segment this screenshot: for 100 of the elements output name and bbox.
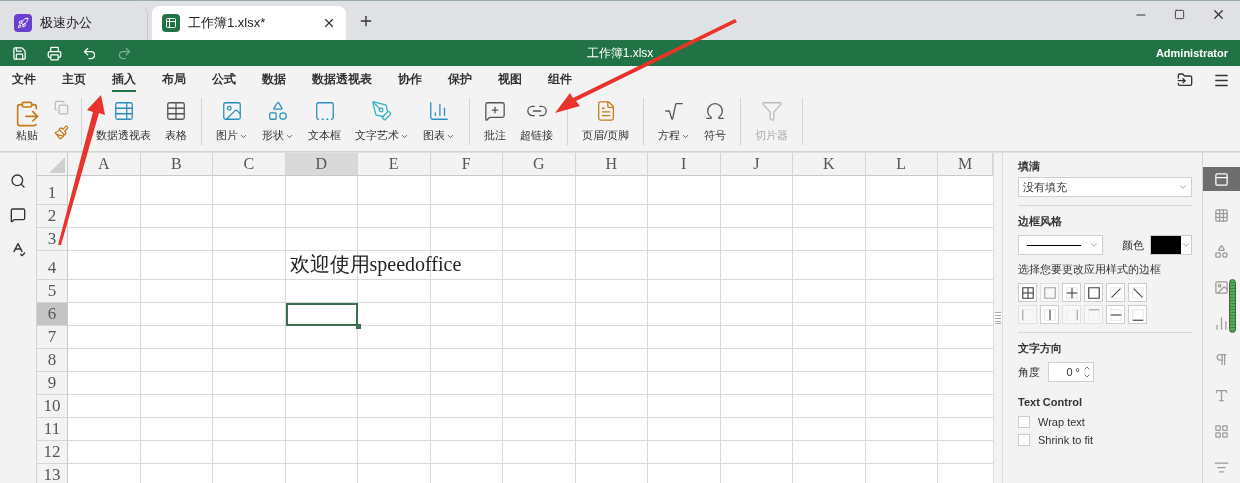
fill-select[interactable]: 没有填充: [1018, 177, 1192, 197]
ribbon-button[interactable]: 表格: [163, 98, 189, 145]
spellcheck-icon[interactable]: [10, 241, 26, 257]
checkbox[interactable]: [1018, 416, 1030, 428]
border-icon: [1020, 307, 1035, 322]
border-button[interactable]: [1040, 305, 1059, 324]
row-header[interactable]: 8: [37, 349, 68, 372]
border-icon: [1130, 307, 1145, 322]
menu-tab[interactable]: 协作: [398, 68, 422, 92]
comment-icon[interactable]: [10, 207, 26, 223]
color-picker[interactable]: [1150, 235, 1192, 255]
rocket-icon: [14, 14, 32, 32]
column-header[interactable]: A: [68, 153, 141, 176]
border-icon: [1130, 285, 1145, 300]
scroll-thumb[interactable]: [995, 312, 1001, 324]
column-header[interactable]: H: [575, 153, 648, 176]
border-button[interactable]: [1084, 283, 1103, 302]
border-button[interactable]: [1018, 283, 1037, 302]
user-name: Administrator: [1155, 47, 1228, 59]
ribbon-button[interactable]: 形状: [260, 98, 296, 145]
border-button[interactable]: [1062, 283, 1081, 302]
column-header[interactable]: G: [503, 153, 576, 176]
row-header[interactable]: 3: [37, 228, 68, 251]
ribbon-button[interactable]: 符号: [702, 98, 729, 145]
section-title: Text Control: [1018, 396, 1083, 408]
chart-icon: [1214, 315, 1229, 331]
cell-text: 欢迎使用speedoffice: [289, 252, 462, 278]
ribbon-button[interactable]: 图片: [214, 98, 250, 145]
row-header[interactable]: 9: [37, 372, 68, 395]
pivot-icon: [1214, 423, 1229, 439]
table-icon: [165, 100, 187, 122]
side-tab[interactable]: [1203, 167, 1240, 191]
border-icon: [1042, 307, 1057, 322]
column-header[interactable]: B: [140, 153, 213, 176]
ribbon-button[interactable]: 文本框: [306, 98, 343, 145]
menu-tab[interactable]: 视图: [498, 68, 522, 92]
menu-tab[interactable]: 布局: [162, 68, 186, 92]
window-tab[interactable]: 工作簿1.xlsx*: [152, 6, 346, 40]
undo-icon[interactable]: [82, 45, 97, 61]
column-header[interactable]: C: [213, 153, 286, 176]
menu-tab[interactable]: 公式: [212, 68, 236, 92]
ribbon-button[interactable]: 超链接: [518, 98, 555, 145]
menu-tab[interactable]: 保护: [448, 68, 472, 92]
menu-tab[interactable]: 组件: [548, 68, 572, 92]
border-icon: [1064, 307, 1079, 322]
row-header[interactable]: 5: [37, 280, 68, 303]
column-header[interactable]: J: [720, 153, 793, 176]
folder-arrow-icon[interactable]: [1177, 71, 1193, 89]
line-style-select[interactable]: [1018, 235, 1103, 255]
close-icon[interactable]: [322, 16, 336, 30]
ribbon-button[interactable]: 数据透视表: [94, 98, 153, 145]
column-header[interactable]: I: [648, 153, 721, 176]
ribbon-button[interactable]: 图表: [421, 98, 457, 145]
menu-tab[interactable]: 插入: [112, 68, 136, 92]
border-button[interactable]: [1128, 305, 1147, 324]
close-icon[interactable]: [1211, 7, 1226, 22]
row-header[interactable]: 7: [37, 326, 68, 349]
menu-tab[interactable]: 文件: [12, 68, 36, 92]
checkbox[interactable]: [1018, 434, 1030, 446]
cell-settings-icon: [1214, 171, 1229, 187]
ribbon-button[interactable]: 文字艺术: [353, 98, 411, 145]
row-header[interactable]: 13: [37, 464, 68, 483]
scrollbar[interactable]: [993, 153, 1003, 483]
selected-cell[interactable]: [285, 303, 358, 326]
row-header[interactable]: 12: [37, 441, 68, 464]
ribbon-button[interactable]: 粘贴: [10, 98, 44, 145]
border-button[interactable]: [1106, 305, 1125, 324]
section-title: 文字方向: [1018, 341, 1063, 356]
border-icon: [1064, 285, 1079, 300]
border-button[interactable]: [1106, 283, 1125, 302]
angle-label: 角度: [1018, 364, 1040, 380]
ribbon-button[interactable]: 方程: [656, 98, 693, 145]
menu-tab[interactable]: 主页: [62, 68, 86, 92]
row-header[interactable]: 2: [37, 205, 68, 228]
border-hint: 选择您要更改应用样式的边框: [1018, 262, 1162, 277]
ribbon-button[interactable]: 页眉/页脚: [580, 98, 632, 145]
ribbon-button[interactable]: 批注: [482, 98, 508, 145]
column-header[interactable]: D: [285, 153, 358, 176]
radical-icon: [663, 100, 686, 122]
column-header[interactable]: E: [358, 153, 431, 176]
column-header[interactable]: F: [430, 153, 503, 176]
spinner-icon[interactable]: [1083, 364, 1091, 380]
search-icon[interactable]: [10, 173, 26, 189]
column-header[interactable]: K: [793, 153, 866, 176]
row-header[interactable]: 10: [37, 395, 68, 418]
column-header[interactable]: L: [865, 153, 938, 176]
menu-tab[interactable]: 数据: [262, 68, 286, 92]
menu-tab[interactable]: 数据透视表: [312, 68, 372, 92]
save-icon[interactable]: [12, 45, 27, 61]
caret-icon: [1089, 240, 1099, 250]
row-header[interactable]: 6: [37, 303, 68, 326]
row-header[interactable]: 11: [37, 418, 68, 441]
maximize-icon[interactable]: [1174, 7, 1185, 22]
angle-field[interactable]: 0 °: [1048, 362, 1094, 382]
border-button[interactable]: [1128, 283, 1147, 302]
row-header[interactable]: 1: [37, 176, 68, 205]
column-header[interactable]: M: [938, 153, 993, 176]
printer-icon[interactable]: [47, 45, 62, 61]
row-header[interactable]: 4: [37, 251, 68, 280]
fill-handle[interactable]: [356, 324, 361, 329]
